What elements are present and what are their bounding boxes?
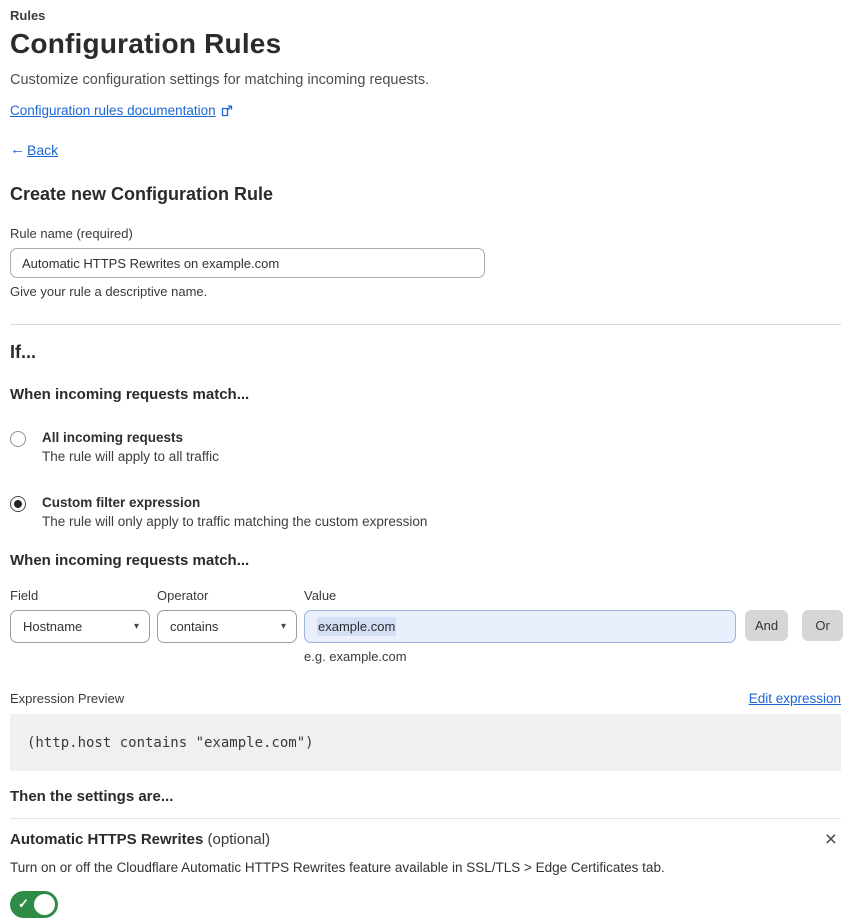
rule-name-input[interactable] [10, 248, 485, 278]
automatic-https-rewrites-toggle[interactable]: ✓ [10, 891, 58, 918]
chevron-down-icon: ▾ [280, 621, 286, 632]
value-input[interactable]: example.com [304, 610, 736, 643]
or-button[interactable]: Or [802, 610, 844, 641]
radio-texts: Custom filter expression The rule will o… [42, 495, 427, 529]
operator-select-value: contains [170, 619, 219, 634]
configuration-rules-documentation-link[interactable]: Configuration rules documentation [10, 103, 216, 118]
field-label: Field [10, 588, 39, 603]
setting-optional-label: (optional) [207, 831, 271, 848]
radio-texts: All incoming requests The rule will appl… [42, 430, 219, 464]
expression-preview-code: (http.host contains "example.com") [10, 714, 841, 771]
setting-card-header: Automatic HTTPS Rewrites (optional) × [10, 829, 841, 850]
configuration-rules-page: Rules Configuration Rules Customize conf… [0, 0, 852, 918]
value-column: Value example.com e.g. example.com [304, 588, 736, 664]
close-icon[interactable]: × [821, 829, 841, 850]
setting-description: Turn on or off the Cloudflare Automatic … [10, 860, 665, 875]
expression-preview-row: Expression Preview Edit expression [10, 691, 841, 706]
radio-option-all-incoming-requests[interactable]: All incoming requests The rule will appl… [10, 430, 841, 464]
value-label: Value [304, 588, 337, 603]
doc-link-row: Configuration rules documentation [10, 103, 841, 118]
radio-option-custom-filter-expression[interactable]: Custom filter expression The rule will o… [10, 495, 841, 529]
radio-description: The rule will apply to all traffic [42, 449, 219, 464]
back-arrow-icon: ← [10, 141, 25, 158]
rule-name-help: Give your rule a descriptive name. [10, 284, 208, 299]
radio-label: All incoming requests [42, 430, 184, 445]
operator-label: Operator [157, 588, 209, 603]
breadcrumb: Rules [10, 8, 46, 23]
if-section-title: If... [10, 342, 36, 362]
andor-buttons: And Or [745, 610, 844, 641]
check-icon: ✓ [18, 896, 29, 911]
field-select-value: Hostname [23, 619, 83, 634]
page-title: Configuration Rules [10, 28, 282, 59]
field-select[interactable]: Hostname ▾ [10, 610, 150, 643]
setting-title: Automatic HTTPS Rewrites (optional) [10, 831, 270, 848]
then-settings-heading: Then the settings are... [10, 788, 174, 805]
setting-name: Automatic HTTPS Rewrites [10, 831, 204, 848]
expression-builder-heading: When incoming requests match... [10, 552, 250, 569]
operator-column: Operator contains ▾ [157, 588, 297, 643]
radio-button-selected[interactable] [10, 496, 26, 512]
setting-card-divider [10, 818, 841, 819]
toggle-knob [34, 894, 55, 915]
radio-button-unselected[interactable] [10, 431, 26, 447]
create-rule-section-title: Create new Configuration Rule [10, 184, 274, 204]
expression-preview-label: Expression Preview [10, 691, 125, 706]
field-column: Field Hostname ▾ [10, 588, 150, 643]
radio-description: The rule will only apply to traffic matc… [42, 514, 428, 529]
match-type-heading: When incoming requests match... [10, 386, 250, 403]
rule-name-label: Rule name (required) [10, 226, 133, 241]
and-button[interactable]: And [745, 610, 789, 641]
edit-expression-link[interactable]: Edit expression [749, 691, 841, 706]
page-subtitle: Customize configuration settings for mat… [10, 72, 430, 88]
value-help: e.g. example.com [304, 649, 407, 664]
expression-builder-row: Field Hostname ▾ Operator contains ▾ Val… [10, 588, 844, 664]
back-row: ← Back [10, 141, 841, 158]
chevron-down-icon: ▾ [133, 621, 139, 632]
operator-select[interactable]: contains ▾ [157, 610, 297, 643]
radio-label: Custom filter expression [42, 495, 201, 510]
back-link[interactable]: Back [27, 142, 58, 158]
section-divider [10, 324, 841, 325]
external-link-icon [221, 104, 233, 117]
value-input-text: example.com [317, 617, 397, 636]
